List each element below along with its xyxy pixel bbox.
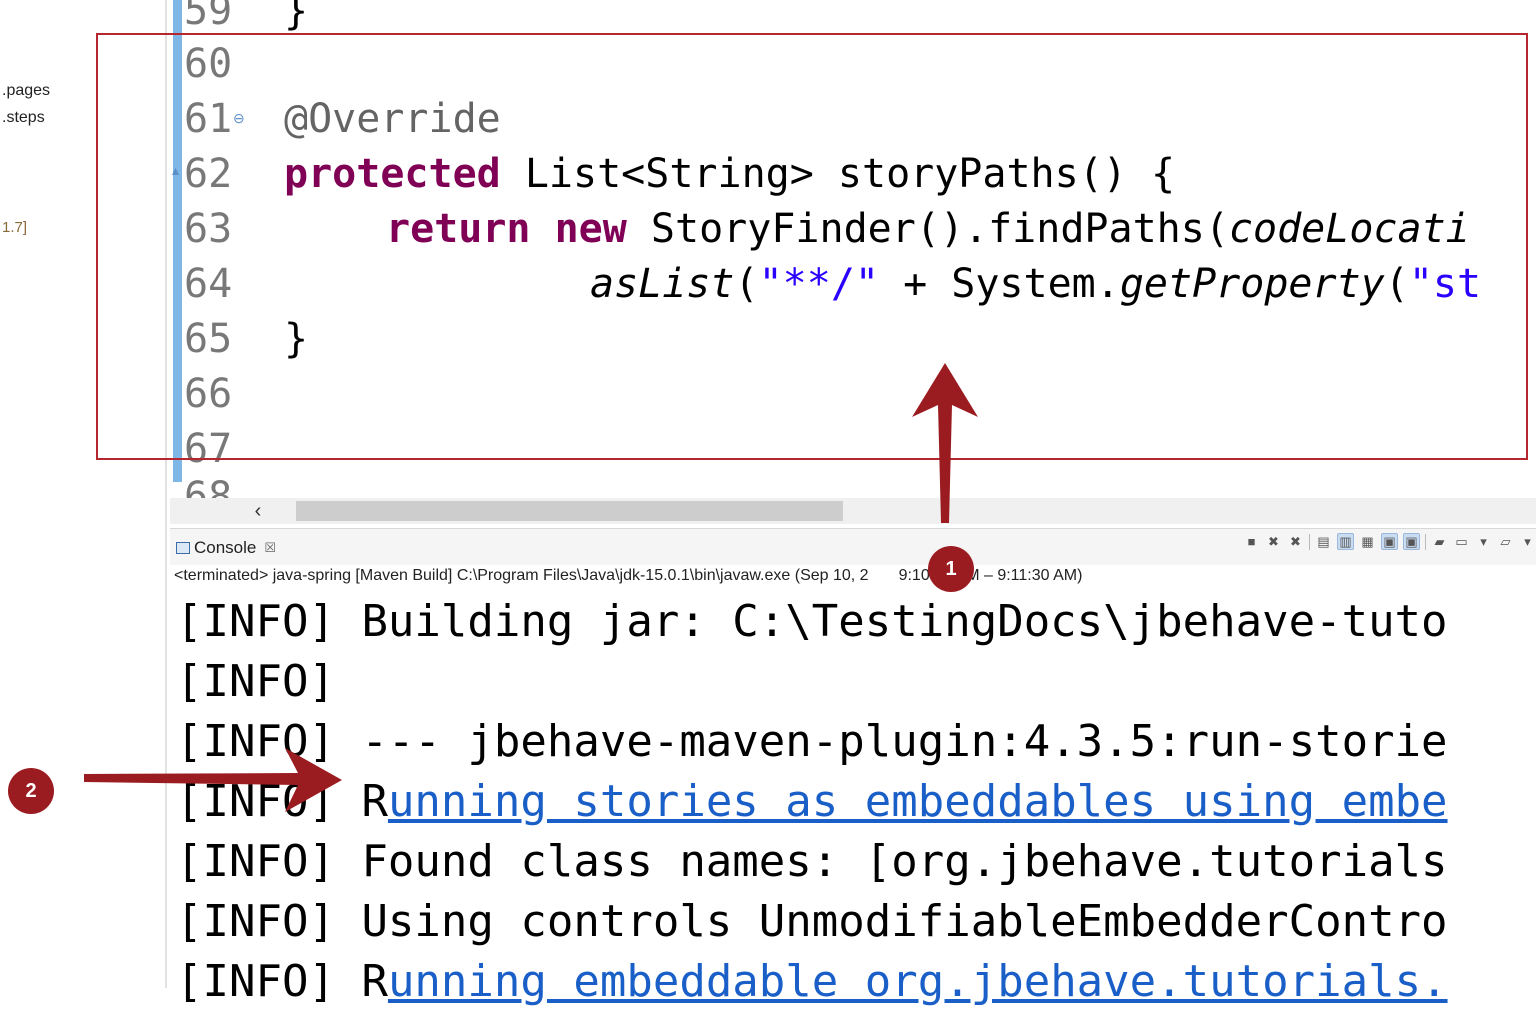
console-line: [INFO]	[176, 652, 335, 712]
launch-time: 9:10:55 AM – 9:11:30 AM)	[898, 567, 1083, 584]
show-on-stdout-icon[interactable]: ▣	[1381, 533, 1398, 550]
word-wrap-icon[interactable]: ▦	[1359, 533, 1376, 550]
toolbar-separator	[1309, 533, 1310, 550]
open-console-icon[interactable]: ▱	[1497, 533, 1514, 550]
log-prefix: [INFO]	[176, 956, 362, 1007]
tab-console[interactable]: Console ☒	[176, 536, 276, 560]
log-prefix: [INFO]	[176, 836, 362, 887]
code-text: }	[284, 0, 309, 34]
step-badge-1: 1	[928, 546, 974, 592]
console-line: [INFO] Running embeddable org.jbehave.tu…	[176, 952, 1448, 1012]
console-line: [INFO] Running stories as embeddables us…	[176, 772, 1448, 832]
show-on-stderr-icon[interactable]: ▣	[1403, 533, 1420, 550]
highlight-rectangle	[96, 33, 1528, 460]
line-number: 68	[184, 474, 233, 498]
log-prefix: [INFO]	[176, 896, 362, 947]
remove-launch-icon[interactable]: ✖	[1265, 533, 1282, 550]
console-line: [INFO] --- jbehave-maven-plugin:4.3.5:ru…	[176, 712, 1448, 772]
terminate-icon[interactable]: ■	[1243, 533, 1260, 550]
explorer-item-version[interactable]: 1.7]	[2, 219, 27, 236]
console-tab-label: Console	[194, 538, 257, 557]
log-text: R	[361, 776, 388, 827]
scrollbar-thumb[interactable]	[296, 501, 843, 521]
console-icon	[176, 542, 190, 554]
console-line: [INFO] Building jar: C:\TestingDocs\jbeh…	[176, 592, 1448, 652]
up-arrow-annotation	[912, 363, 978, 523]
toolbar-separator	[1425, 533, 1426, 550]
console-line: [INFO] Using controls UnmodifiableEmbedd…	[176, 892, 1448, 952]
explorer-item-steps[interactable]: .steps	[2, 109, 45, 127]
clear-console-icon[interactable]: ▤	[1315, 533, 1332, 550]
display-console-icon[interactable]: ▭	[1453, 533, 1470, 550]
log-text: --- jbehave-maven-plugin:4.3.5:run-stori…	[361, 716, 1448, 767]
scroll-lock-icon[interactable]: ▥	[1337, 533, 1354, 550]
log-text: Building jar: C:\TestingDocs\jbehave-tut…	[361, 596, 1448, 647]
right-arrow-annotation	[84, 748, 342, 812]
log-prefix: [INFO]	[176, 656, 335, 707]
launch-info: <terminated> java-spring [Maven Build] C…	[174, 567, 869, 584]
log-text: R	[361, 956, 388, 1007]
close-icon[interactable]: ☒	[264, 540, 276, 556]
explorer-item-pages[interactable]: .pages	[2, 82, 50, 100]
dropdown-icon[interactable]: ▾	[1475, 533, 1492, 550]
log-text: Using controls UnmodifiableEmbedderContr…	[361, 896, 1448, 947]
step-badge-2: 2	[8, 768, 54, 814]
console-status: <terminated> java-spring [Maven Build] C…	[174, 565, 1534, 587]
log-text: Found class names: [org.jbehave.tutorial…	[361, 836, 1448, 887]
console-line: [INFO] Found class names: [org.jbehave.t…	[176, 832, 1448, 892]
remove-all-icon[interactable]: ✖	[1287, 533, 1304, 550]
pin-console-icon[interactable]: ▰	[1431, 533, 1448, 550]
console-link[interactable]: unning embeddable org.jbehave.tutorials.	[388, 956, 1448, 1007]
scroll-left-icon[interactable]: ‹	[248, 500, 268, 522]
dropdown-icon[interactable]: ▾	[1519, 533, 1536, 550]
console-link[interactable]: unning stories as embeddables using embe	[388, 776, 1448, 827]
console-toolbar: ■ ✖ ✖ ▤ ▥ ▦ ▣ ▣ ▰ ▭ ▾ ▱ ▾	[1243, 533, 1536, 550]
log-prefix: [INFO]	[176, 596, 362, 647]
